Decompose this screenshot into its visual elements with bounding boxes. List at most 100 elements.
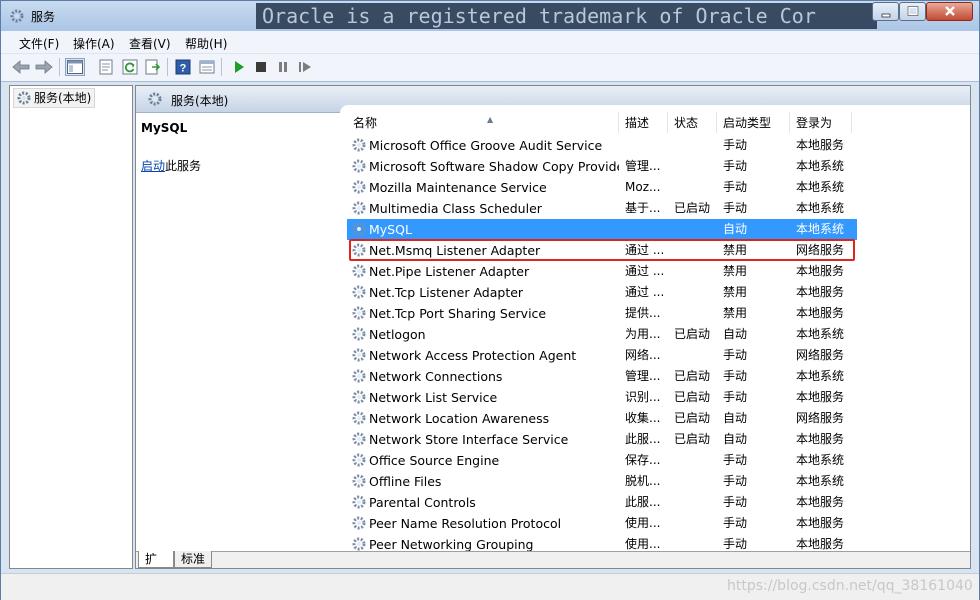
show-console-tree-icon[interactable] bbox=[65, 58, 85, 76]
cell-startup-type: 自动 bbox=[723, 222, 748, 236]
console-tree: 服务(本地) bbox=[9, 85, 133, 569]
column-header-description[interactable]: 描述 bbox=[619, 112, 668, 133]
tree-item-services-local[interactable]: 服务(本地) bbox=[13, 88, 96, 108]
cell-startup-type: 手动 bbox=[723, 516, 748, 530]
tab-standard[interactable]: 标准 bbox=[174, 551, 212, 568]
column-headers: 名称 ▲ 描述 状态 启动类型 登录为 bbox=[347, 112, 852, 134]
cell-log-on-as: 本地服务 bbox=[796, 516, 845, 530]
cell-description: Moz... bbox=[625, 180, 661, 194]
cell-description: 管理... bbox=[625, 159, 661, 173]
table-row[interactable]: Multimedia Class Scheduler 基于... 已启动 手动 本地系统 bbox=[347, 198, 857, 219]
cell-name: Microsoft Software Shadow Copy Provider bbox=[369, 159, 619, 174]
cell-startup-type: 自动 bbox=[723, 327, 748, 341]
column-header-name[interactable]: 名称 ▲ bbox=[347, 112, 619, 133]
services-list: 名称 ▲ 描述 状态 启动类型 登录为 Microsoft Office Groo… bbox=[340, 105, 970, 553]
background-window-text: Oracle is a registered trademark of Orac… bbox=[256, 3, 877, 29]
cell-description: 使用... bbox=[625, 516, 661, 530]
cell-description: 识别... bbox=[625, 390, 661, 404]
table-row[interactable]: Netlogon 为用... 已启动 自动 本地系统 bbox=[347, 324, 857, 345]
cell-startup-type: 禁用 bbox=[723, 264, 748, 278]
menu-action[interactable]: 操作(A) bbox=[73, 35, 115, 52]
maximize-button[interactable] bbox=[899, 2, 926, 21]
services-window: 服务 Oracle is a registered trademark of O… bbox=[0, 0, 980, 600]
cell-startup-type: 自动 bbox=[723, 432, 748, 446]
table-row[interactable]: Net.Tcp Port Sharing Service 提供... 禁用 本地服务 bbox=[347, 303, 857, 324]
restart-service-icon[interactable] bbox=[295, 58, 315, 76]
cell-log-on-as: 网络服务 bbox=[796, 411, 845, 425]
menu-file[interactable]: 文件(F) bbox=[19, 35, 59, 52]
cell-log-on-as: 本地系统 bbox=[796, 159, 845, 173]
menu-view[interactable]: 查看(V) bbox=[129, 35, 171, 52]
selection-highlight-box bbox=[349, 239, 855, 261]
toolbar-separator bbox=[167, 58, 168, 76]
service-detail-pane: MySQL 启动此服务 bbox=[136, 113, 340, 553]
cell-name: MySQL bbox=[369, 222, 412, 237]
table-row[interactable]: Peer Name Resolution Protocol 使用... 手动 本地服务 bbox=[347, 513, 857, 534]
cell-log-on-as: 本地服务 bbox=[796, 390, 845, 404]
back-arrow-icon[interactable] bbox=[11, 58, 31, 76]
tab-extended[interactable]: 扩展 bbox=[138, 551, 174, 568]
watermark-text: https://blog.csdn.net/qq_38161040 bbox=[727, 578, 973, 594]
table-row[interactable]: Mozilla Maintenance Service Moz... 手动 本地系统 bbox=[347, 177, 857, 198]
cell-status: 已启动 bbox=[674, 411, 711, 425]
table-row[interactable]: Office Source Engine 保存... 手动 本地系统 bbox=[347, 450, 857, 471]
cell-startup-type: 手动 bbox=[723, 348, 748, 362]
cell-description: 收集... bbox=[625, 411, 661, 425]
column-header-status[interactable]: 状态 bbox=[668, 112, 717, 133]
cell-log-on-as: 本地服务 bbox=[796, 285, 845, 299]
minimize-button[interactable] bbox=[872, 2, 899, 21]
table-row[interactable]: Microsoft Office Groove Audit Service 手动 本… bbox=[347, 135, 857, 156]
cell-name: Office Source Engine bbox=[369, 453, 500, 468]
cell-description: 提供... bbox=[625, 306, 661, 320]
panel-title: 服务(本地) bbox=[171, 94, 229, 108]
column-header-startup-type[interactable]: 启动类型 bbox=[717, 112, 790, 133]
cell-status: 已启动 bbox=[674, 201, 711, 215]
cell-description: 为用... bbox=[625, 327, 661, 341]
cell-name: Netlogon bbox=[369, 327, 426, 342]
table-row[interactable]: Offline Files 脱机... 手动 本地系统 bbox=[347, 471, 857, 492]
start-service-link[interactable]: 启动 bbox=[141, 159, 165, 173]
cell-name: Network Access Protection Agent bbox=[369, 348, 577, 363]
cell-status: 已启动 bbox=[674, 369, 711, 383]
table-row[interactable]: Microsoft Software Shadow Copy Provider 管… bbox=[347, 156, 857, 177]
cell-name: Network List Service bbox=[369, 390, 498, 405]
menu-help[interactable]: 帮助(H) bbox=[185, 35, 227, 52]
properties-icon[interactable] bbox=[96, 58, 116, 76]
cell-description: 基于... bbox=[625, 201, 661, 215]
table-row[interactable]: Parental Controls 此服... 手动 本地服务 bbox=[347, 492, 857, 513]
cell-startup-type: 手动 bbox=[723, 453, 748, 467]
column-header-log-on-as[interactable]: 登录为 bbox=[790, 112, 852, 133]
table-row[interactable]: Network Access Protection Agent 网络... 手动 网络… bbox=[347, 345, 857, 366]
cell-name: Peer Name Resolution Protocol bbox=[369, 516, 562, 531]
pause-service-icon[interactable] bbox=[273, 58, 293, 76]
cell-log-on-as: 本地服务 bbox=[796, 495, 845, 509]
cell-name: Mozilla Maintenance Service bbox=[369, 180, 547, 195]
cell-name: Network Connections bbox=[369, 369, 503, 384]
cell-name: Net.Tcp Listener Adapter bbox=[369, 285, 524, 300]
table-row[interactable]: Network List Service 识别... 已启动 手动 本地服务 bbox=[347, 387, 857, 408]
services-list-body: 名称 ▲ 描述 状态 启动类型 登录为 Microsoft Office Groo… bbox=[340, 105, 970, 553]
view-details-icon[interactable] bbox=[197, 58, 217, 76]
refresh-icon[interactable] bbox=[120, 58, 140, 76]
forward-arrow-icon[interactable] bbox=[34, 58, 54, 76]
table-row[interactable]: Network Store Interface Service 此服... 已启动自… bbox=[347, 429, 857, 450]
start-service-icon[interactable] bbox=[229, 58, 249, 76]
cell-startup-type: 手动 bbox=[723, 138, 748, 152]
cell-log-on-as: 本地系统 bbox=[796, 453, 845, 467]
table-row[interactable]: Network Connections 管理... 已启动 手动 本地系统 bbox=[347, 366, 857, 387]
close-button[interactable] bbox=[926, 2, 973, 21]
status-bar: https://blog.csdn.net/qq_38161040 bbox=[1, 573, 979, 600]
cell-startup-type: 自动 bbox=[723, 411, 748, 425]
menu-bar: 文件(F) 操作(A) 查看(V) 帮助(H) bbox=[1, 31, 979, 54]
table-row[interactable]: Net.Tcp Listener Adapter 通过 ... 禁用 本地服务 bbox=[347, 282, 857, 303]
export-list-icon[interactable] bbox=[143, 58, 163, 76]
table-row[interactable]: Network Location Awareness 收集... 已启动 自动 网络服务 bbox=[347, 408, 857, 429]
table-row-selected[interactable]: MySQL 自动 本地系统 bbox=[347, 219, 857, 240]
help-icon[interactable]: ? bbox=[173, 58, 193, 76]
cell-name: Multimedia Class Scheduler bbox=[369, 201, 542, 216]
table-row[interactable]: Net.Pipe Listener Adapter 通过 ... 禁用 本地服务 bbox=[347, 261, 857, 282]
start-service-line: 启动此服务 bbox=[141, 157, 201, 174]
start-service-suffix: 此服务 bbox=[165, 159, 202, 173]
stop-service-icon[interactable] bbox=[251, 58, 271, 76]
title-bar[interactable]: 服务 Oracle is a registered trademark of O… bbox=[1, 1, 979, 31]
